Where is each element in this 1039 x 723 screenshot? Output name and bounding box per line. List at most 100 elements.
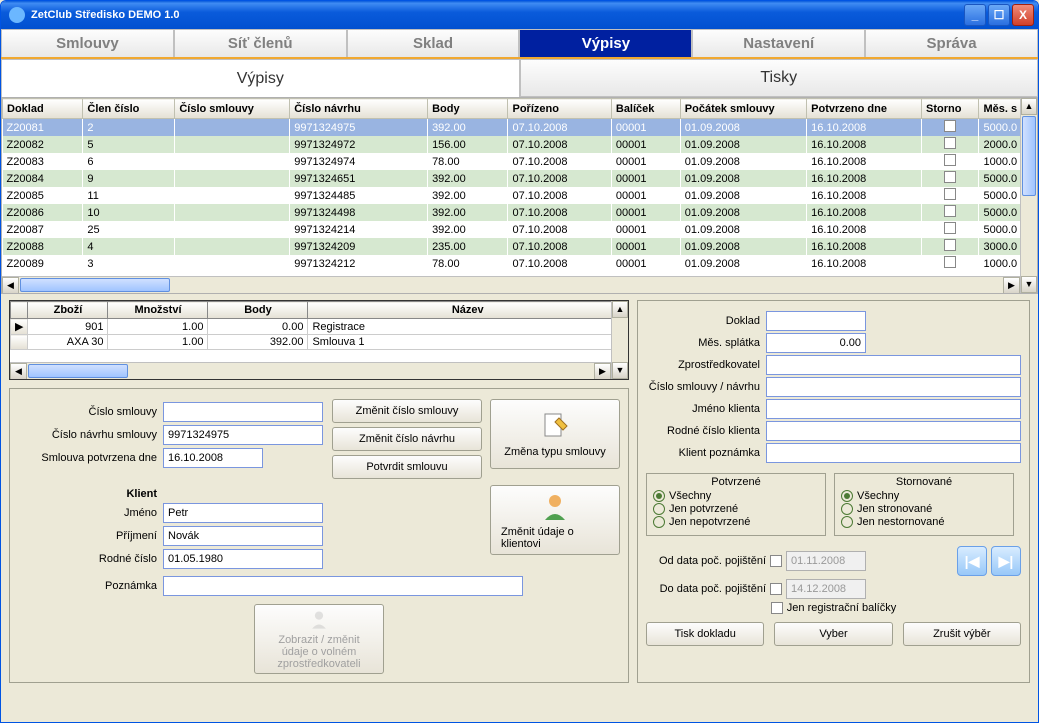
scroll-thumb[interactable] [1022, 116, 1036, 196]
col-header[interactable]: Člen číslo [83, 99, 175, 119]
table-row[interactable]: ▶9011.000.00Registrace [11, 319, 628, 335]
btn-tisk[interactable]: Tisk dokladu [646, 622, 764, 646]
col-header[interactable]: Množství [108, 302, 208, 319]
storno-checkbox[interactable] [944, 120, 956, 132]
tab-sklad[interactable]: Sklad [347, 29, 520, 57]
radio[interactable] [841, 490, 853, 502]
scroll-right-icon[interactable]: ▶ [1003, 277, 1020, 294]
col-header[interactable]: Storno [922, 99, 979, 119]
table-row[interactable]: Z20085119971324485392.0007.10.2008000010… [3, 187, 1037, 204]
scroll-up-icon[interactable]: ▲ [1021, 98, 1037, 115]
flabel-doklad: Doklad [646, 311, 766, 331]
btn-zmenit-cislo-navrhu[interactable]: Změnit číslo návrhu [332, 427, 482, 451]
radio[interactable] [653, 516, 665, 528]
finput-zprost[interactable] [766, 355, 1021, 375]
btn-zrusit[interactable]: Zrušit výběr [903, 622, 1021, 646]
storno-checkbox[interactable] [944, 188, 956, 200]
horizontal-scrollbar[interactable]: ◀ ▶ [10, 362, 611, 379]
col-header[interactable]: Doklad [3, 99, 83, 119]
nav-last-icon[interactable]: ▶| [991, 546, 1021, 576]
tab-výpisy[interactable]: Výpisy [519, 29, 692, 57]
radio[interactable] [653, 490, 665, 502]
input-poznamka[interactable] [163, 576, 523, 596]
btn-zmenit-cislo-smlouvy[interactable]: Změnit číslo smlouvy [332, 399, 482, 423]
finput-cislo[interactable] [766, 377, 1021, 397]
table-row[interactable]: Z2008129971324975392.0007.10.20080000101… [3, 119, 1037, 137]
finput-poznamka[interactable] [766, 443, 1021, 463]
minimize-button[interactable]: _ [964, 4, 986, 26]
scroll-down-icon[interactable]: ▼ [612, 362, 628, 379]
btn-zmena-typu[interactable]: Změna typu smlouvy [490, 399, 620, 469]
btn-potvrdit-smlouvu[interactable]: Potvrdit smlouvu [332, 455, 482, 479]
col-header[interactable]: Název [308, 302, 628, 319]
finput-doklad[interactable] [766, 311, 866, 331]
scroll-up-icon[interactable]: ▲ [612, 301, 628, 318]
checkbox-od[interactable] [770, 555, 782, 567]
vertical-scrollbar[interactable]: ▲ ▼ [611, 301, 628, 379]
rg-title: Stornované [841, 476, 1007, 488]
tab-smlouvy[interactable]: Smlouvy [1, 29, 174, 57]
table-row[interactable]: Z2008259971324972156.0007.10.20080000101… [3, 136, 1037, 153]
col-header[interactable]: Body [428, 99, 508, 119]
input-jmeno[interactable] [163, 503, 323, 523]
detail-grid[interactable]: ZbožíMnožstvíBodyNázev▶9011.000.00Regist… [9, 300, 629, 380]
input-do[interactable] [786, 579, 866, 599]
storno-checkbox[interactable] [944, 222, 956, 234]
col-header[interactable]: Číslo smlouvy [175, 99, 290, 119]
storno-checkbox[interactable] [944, 256, 956, 268]
vertical-scrollbar[interactable]: ▲ ▼ [1020, 98, 1037, 293]
input-rodne[interactable] [163, 549, 323, 569]
table-row[interactable]: Z20086109971324498392.0007.10.2008000010… [3, 204, 1037, 221]
table-row[interactable]: Z200893997132421278.0007.10.20080000101.… [3, 255, 1037, 272]
input-cislo-smlouvy[interactable] [163, 402, 323, 422]
input-od[interactable] [786, 551, 866, 571]
radio[interactable] [841, 516, 853, 528]
checkbox-jen-reg[interactable] [771, 602, 783, 614]
tab-síť členů[interactable]: Síť členů [174, 29, 347, 57]
col-header[interactable]: Potvrzeno dne [807, 99, 922, 119]
subtab-tisky[interactable]: Tisky [520, 59, 1039, 97]
close-button[interactable]: X [1012, 4, 1034, 26]
maximize-button[interactable]: ☐ [988, 4, 1010, 26]
storno-checkbox[interactable] [944, 137, 956, 149]
radio[interactable] [841, 503, 853, 515]
storno-checkbox[interactable] [944, 205, 956, 217]
input-potvrzena[interactable] [163, 448, 263, 468]
flabel-zprost: Zprostředkovatel [646, 355, 766, 375]
input-cislo-navrhu[interactable] [163, 425, 323, 445]
col-header[interactable]: Počátek smlouvy [680, 99, 806, 119]
table-row[interactable]: AXA 301.00392.00Smlouva 1 [11, 335, 628, 350]
table-row[interactable]: Z2008849971324209235.0007.10.20080000101… [3, 238, 1037, 255]
col-header[interactable]: Body [208, 302, 308, 319]
scroll-thumb[interactable] [20, 278, 170, 292]
finput-jmeno[interactable] [766, 399, 1021, 419]
col-header[interactable]: Balíček [611, 99, 680, 119]
table-row[interactable]: Z2008499971324651392.0007.10.20080000101… [3, 170, 1037, 187]
main-grid[interactable]: DokladČlen čísloČíslo smlouvyČíslo návrh… [1, 97, 1038, 294]
btn-vyber[interactable]: Vyber [774, 622, 892, 646]
storno-checkbox[interactable] [944, 171, 956, 183]
col-header[interactable]: Číslo návrhu [290, 99, 428, 119]
col-header[interactable]: Pořízeno [508, 99, 611, 119]
horizontal-scrollbar[interactable]: ◀ ▶ [2, 276, 1020, 293]
radio[interactable] [653, 503, 665, 515]
finput-rodne[interactable] [766, 421, 1021, 441]
storno-checkbox[interactable] [944, 239, 956, 251]
scroll-left-icon[interactable]: ◀ [2, 277, 19, 294]
table-row[interactable]: Z200836997132497478.0007.10.20080000101.… [3, 153, 1037, 170]
storno-checkbox[interactable] [944, 154, 956, 166]
scroll-right-icon[interactable]: ▶ [594, 363, 611, 380]
scroll-down-icon[interactable]: ▼ [1021, 276, 1037, 293]
finput-splatka[interactable] [766, 333, 866, 353]
table-row[interactable]: Z20087259971324214392.0007.10.2008000010… [3, 221, 1037, 238]
tab-správa[interactable]: Správa [865, 29, 1038, 57]
nav-first-icon[interactable]: |◀ [957, 546, 987, 576]
tab-nastavení[interactable]: Nastavení [692, 29, 865, 57]
checkbox-do[interactable] [770, 583, 782, 595]
input-prijmeni[interactable] [163, 526, 323, 546]
scroll-thumb[interactable] [28, 364, 128, 378]
scroll-left-icon[interactable]: ◀ [10, 363, 27, 380]
btn-zmenit-klienta[interactable]: Změnit údaje o klientovi [490, 485, 620, 555]
col-header[interactable]: Zboží [28, 302, 108, 319]
subtab-výpisy[interactable]: Výpisy [1, 59, 520, 97]
